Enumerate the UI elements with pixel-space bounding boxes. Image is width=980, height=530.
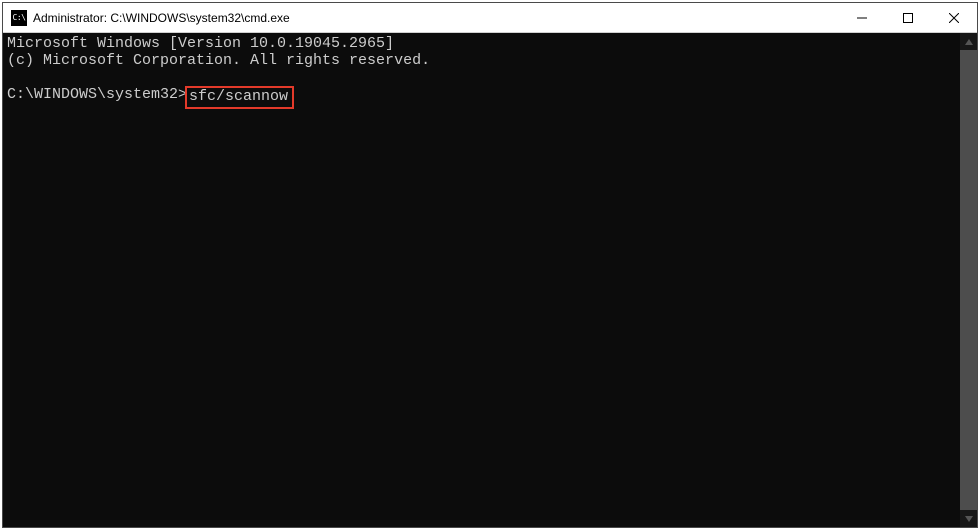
terminal-area: Microsoft Windows [Version 10.0.19045.29… xyxy=(3,33,977,527)
scrollbar-track[interactable] xyxy=(960,50,977,510)
terminal-blank-line xyxy=(7,69,956,86)
minimize-button[interactable] xyxy=(839,3,885,32)
close-icon xyxy=(949,13,959,23)
maximize-icon xyxy=(903,13,913,23)
terminal-line-copyright: (c) Microsoft Corporation. All rights re… xyxy=(7,52,956,69)
scrollbar-thumb[interactable] xyxy=(960,50,977,510)
scrollbar-down-button[interactable] xyxy=(960,510,977,527)
window-controls xyxy=(839,3,977,32)
chevron-down-icon xyxy=(965,516,973,522)
chevron-up-icon xyxy=(965,39,973,45)
terminal-line-version: Microsoft Windows [Version 10.0.19045.29… xyxy=(7,35,956,52)
cmd-icon: C:\ xyxy=(11,10,27,26)
minimize-icon xyxy=(857,13,867,23)
cmd-window: C:\ Administrator: C:\WINDOWS\system32\c… xyxy=(2,2,978,528)
cmd-icon-text: C:\ xyxy=(13,14,26,22)
prompt-line: C:\WINDOWS\system32>sfc/scannow xyxy=(7,86,956,109)
maximize-button[interactable] xyxy=(885,3,931,32)
close-button[interactable] xyxy=(931,3,977,32)
scrollbar[interactable] xyxy=(960,33,977,527)
scrollbar-up-button[interactable] xyxy=(960,33,977,50)
terminal-content[interactable]: Microsoft Windows [Version 10.0.19045.29… xyxy=(3,33,960,527)
titlebar[interactable]: C:\ Administrator: C:\WINDOWS\system32\c… xyxy=(3,3,977,33)
command-text: sfc/scannow xyxy=(189,88,288,105)
window-title: Administrator: C:\WINDOWS\system32\cmd.e… xyxy=(33,11,839,25)
command-highlight: sfc/scannow xyxy=(185,86,294,109)
prompt-text: C:\WINDOWS\system32> xyxy=(7,86,187,103)
